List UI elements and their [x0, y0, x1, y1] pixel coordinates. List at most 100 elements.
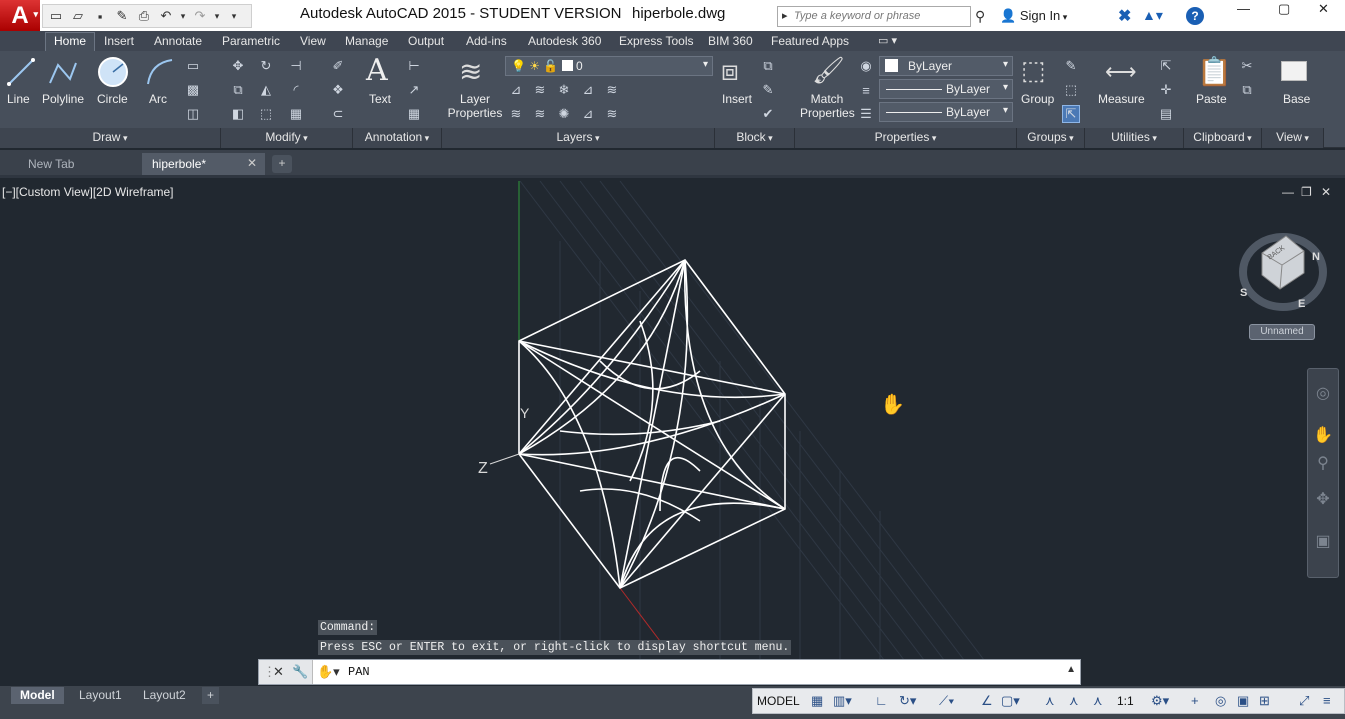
- hardware-acceleration-icon[interactable]: ▣: [1237, 693, 1249, 709]
- calculator-icon[interactable]: ▤: [1157, 105, 1175, 123]
- tab-add-ins[interactable]: Add-ins: [466, 32, 507, 51]
- base-button[interactable]: Base: [1283, 92, 1310, 106]
- layer-properties-button[interactable]: Layer Properties: [447, 92, 503, 120]
- command-input[interactable]: PAN: [348, 665, 370, 679]
- block-panel-title[interactable]: Block: [715, 128, 795, 148]
- object-snap-tracking-icon[interactable]: ∠: [981, 693, 993, 709]
- layer-walk-icon[interactable]: ≋: [531, 105, 549, 123]
- layer-unisolate-icon[interactable]: ✺: [555, 105, 573, 123]
- linetype-dropdown[interactable]: ByLayer: [879, 102, 1013, 122]
- tab-annotate[interactable]: Annotate: [154, 32, 202, 51]
- clean-screen-icon[interactable]: ⊞: [1259, 693, 1270, 709]
- orbit-icon[interactable]: ✥: [1308, 489, 1338, 509]
- close-icon[interactable]: ✕: [1318, 1, 1329, 17]
- layer-isolate-icon[interactable]: ≋: [531, 81, 549, 99]
- stretch-icon[interactable]: ◧: [229, 105, 247, 123]
- rectangle-icon[interactable]: ▭: [184, 57, 202, 75]
- line-button[interactable]: Line: [7, 92, 30, 106]
- linetype-icon[interactable]: ☰: [857, 105, 875, 123]
- tab-featured-apps[interactable]: Featured Apps: [771, 32, 849, 51]
- tab-view[interactable]: View: [300, 32, 326, 51]
- region-icon[interactable]: ◫: [184, 105, 202, 123]
- binoculars-icon[interactable]: ⚲: [975, 8, 985, 25]
- text-tool-icon[interactable]: A: [366, 53, 388, 88]
- modify-panel-title[interactable]: Modify: [221, 128, 353, 148]
- tab-output[interactable]: Output: [408, 32, 444, 51]
- layout-tab-model[interactable]: Model: [11, 687, 64, 704]
- arc-button[interactable]: Arc: [149, 92, 167, 106]
- lineweight-icon[interactable]: ≡: [857, 81, 875, 99]
- layer-current-icon[interactable]: ≋: [507, 105, 525, 123]
- sign-in-button[interactable]: 👤 Sign In: [1000, 8, 1067, 24]
- erase-icon[interactable]: ✐: [329, 57, 347, 75]
- properties-panel-title[interactable]: Properties: [795, 128, 1017, 148]
- draw-panel-title[interactable]: Draw: [0, 128, 221, 148]
- layout-tab-layout1[interactable]: Layout1: [70, 687, 131, 704]
- autodesk-360-icon[interactable]: ▲▾: [1142, 7, 1163, 24]
- tab-hiperbole[interactable]: hiperbole* ✕: [142, 153, 265, 175]
- ribbon-minimize-icon[interactable]: ▭ ▾: [878, 32, 897, 51]
- insert-block-icon[interactable]: ⧈: [721, 55, 739, 88]
- arc-tool-icon[interactable]: [145, 57, 175, 87]
- edit-attributes-icon[interactable]: ✔: [759, 105, 777, 123]
- customize-qat-icon[interactable]: ▾: [224, 7, 244, 25]
- edit-block-icon[interactable]: ✎: [759, 81, 777, 99]
- ungroup-icon[interactable]: ✎: [1062, 57, 1080, 75]
- layers-panel-title[interactable]: Layers: [442, 128, 715, 148]
- help-icon[interactable]: ?: [1186, 7, 1204, 25]
- tab-bim-360[interactable]: BIM 360: [708, 32, 753, 51]
- paste-icon[interactable]: 📋: [1197, 55, 1232, 88]
- tab-manage[interactable]: Manage: [345, 32, 388, 51]
- id-point-icon[interactable]: ✛: [1157, 81, 1175, 99]
- redo-icon[interactable]: ↷: [190, 7, 210, 25]
- layer-lock-icon[interactable]: ⊿: [579, 81, 597, 99]
- layer-unlock-icon[interactable]: ≋: [603, 105, 621, 123]
- save-icon[interactable]: ▪: [90, 7, 110, 25]
- circle-tool-icon[interactable]: [96, 55, 130, 89]
- group-selection-icon[interactable]: ⇱: [1062, 105, 1080, 123]
- layout-tab-layout2[interactable]: Layout2: [134, 687, 195, 704]
- application-menu-button[interactable]: A: [0, 0, 40, 31]
- measure-button[interactable]: Measure: [1098, 92, 1145, 106]
- annotation-scale-value[interactable]: 1:1: [1117, 694, 1134, 708]
- named-view-dropdown[interactable]: Unnamed: [1249, 324, 1315, 340]
- pan-icon[interactable]: ✋: [1308, 425, 1338, 445]
- copy-icon[interactable]: ⧉: [229, 81, 247, 99]
- polyline-button[interactable]: Polyline: [42, 92, 84, 106]
- plot-icon[interactable]: ⎙: [134, 7, 154, 25]
- save-as-icon[interactable]: ✎: [112, 7, 132, 25]
- isodraft-icon[interactable]: ⟋▾: [939, 693, 954, 709]
- tab-insert[interactable]: Insert: [104, 32, 134, 51]
- grid-icon[interactable]: ▦: [811, 693, 823, 709]
- leader-icon[interactable]: ↗: [405, 81, 423, 99]
- snap-icon[interactable]: ▥▾: [833, 693, 852, 709]
- minimize-icon[interactable]: —: [1237, 1, 1250, 16]
- tab-new-tab[interactable]: New Tab: [0, 153, 140, 175]
- annotation-panel-title[interactable]: Annotation: [353, 128, 442, 148]
- polar-tracking-icon[interactable]: ↻▾: [899, 693, 916, 709]
- measure-icon[interactable]: ⟷: [1105, 59, 1137, 85]
- model-space-toggle[interactable]: MODEL: [757, 694, 800, 708]
- match-properties-button[interactable]: Match Properties: [800, 92, 855, 120]
- base-view-icon[interactable]: [1281, 61, 1307, 81]
- tab-parametric[interactable]: Parametric: [222, 32, 280, 51]
- viewcube[interactable]: BACK S E N: [1239, 233, 1327, 311]
- group-edit-icon[interactable]: ⬚: [1062, 81, 1080, 99]
- close-tab-icon[interactable]: ✕: [247, 156, 257, 170]
- fillet-icon[interactable]: ◜: [287, 81, 305, 99]
- layer-off-icon[interactable]: ⊿: [507, 81, 525, 99]
- insert-button[interactable]: Insert: [722, 92, 752, 106]
- copy-clip-icon[interactable]: ⧉: [1238, 81, 1256, 99]
- command-history-toggle-icon[interactable]: ▲: [1066, 664, 1076, 675]
- scale-icon[interactable]: ⬚: [257, 105, 275, 123]
- layer-freeze-icon[interactable]: ❄: [555, 81, 573, 99]
- offset-icon[interactable]: ⊂: [329, 105, 347, 123]
- quick-select-icon[interactable]: ⇱: [1157, 57, 1175, 75]
- mirror-icon[interactable]: ◭: [257, 81, 275, 99]
- rotate-icon[interactable]: ↻: [257, 57, 275, 75]
- auto-scale-icon[interactable]: ⋏: [1069, 693, 1079, 709]
- isolate-objects-icon[interactable]: ◎: [1215, 693, 1226, 709]
- drawing-viewport[interactable]: [−][Custom View][2D Wireframe] — ❐ ✕ Y Z…: [0, 181, 1345, 685]
- table-icon[interactable]: ▦: [405, 105, 423, 123]
- trim-icon[interactable]: ⊣: [287, 57, 305, 75]
